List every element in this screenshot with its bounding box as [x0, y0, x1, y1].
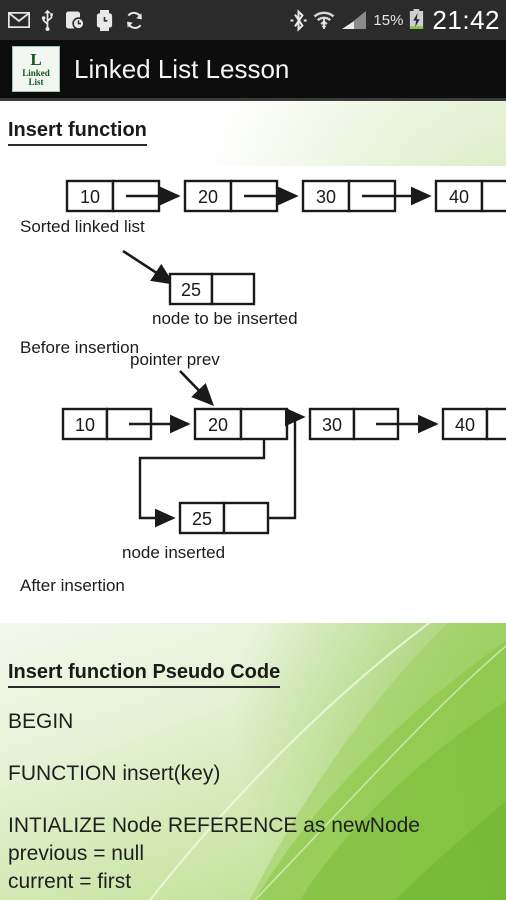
page-title-pseudo-code: Insert function Pseudo Code [8, 661, 281, 688]
status-bar-right-icons: 15% 21:42 [290, 5, 500, 36]
label-after-insertion: After insertion [20, 576, 125, 595]
status-bar-left-icons [7, 9, 290, 31]
label-pointer-prev: pointer prev [130, 350, 220, 369]
battery-percent-label: 15% [373, 11, 404, 29]
app-logo-icon: L Linked List [12, 46, 60, 92]
node-value: 40 [455, 415, 475, 435]
action-bar: L Linked List Linked List Lesson [0, 40, 506, 98]
node-value: 10 [75, 415, 95, 435]
app-logo-line2: List [28, 77, 44, 87]
node-value: 30 [316, 187, 336, 207]
label-node-inserted: node inserted [122, 543, 225, 562]
email-icon [7, 11, 31, 29]
app-screen: 15% 21:42 L Linked List Linked List Less… [0, 0, 506, 900]
wifi-icon [313, 10, 335, 31]
watch-icon [96, 9, 113, 31]
node-value: 20 [208, 415, 228, 435]
node-value: 40 [449, 187, 469, 207]
code-line-initialize: INTIALIZE Node REFERENCE as newNode [8, 814, 420, 837]
app-logo-letter: L [30, 50, 42, 69]
node-value: 30 [322, 415, 342, 435]
sync-icon [124, 10, 145, 31]
node-value: 20 [198, 187, 218, 207]
usb-icon [41, 9, 54, 31]
linked-list-insert-diagram: 10 20 30 40 25 10 20 30 40 25 Sorted lin… [0, 166, 506, 623]
app-title: Linked List Lesson [74, 53, 290, 84]
diagram-svg: 10 20 30 40 25 10 20 30 40 25 Sorted lin… [20, 179, 506, 595]
cell-signal-icon [341, 10, 367, 30]
label-node-to-be-inserted: node to be inserted [152, 309, 298, 328]
new-node-value: 25 [181, 280, 201, 300]
label-before-insertion: Before insertion [20, 338, 139, 357]
status-bar: 15% 21:42 [0, 0, 506, 40]
alarm-clock-icon [65, 10, 85, 30]
battery-charging-icon [409, 9, 424, 31]
status-bar-clock: 21:42 [432, 4, 500, 35]
node-value: 10 [80, 187, 100, 207]
code-line-previous: previous = null [8, 842, 144, 865]
label-sorted-linked-list: Sorted linked list [20, 217, 145, 236]
code-line-function: FUNCTION insert(key) [8, 762, 221, 785]
code-line-current: current = first [8, 870, 132, 893]
inserted-node-value: 25 [192, 509, 212, 529]
code-line-begin: BEGIN [8, 710, 74, 733]
page-title-insert-function: Insert function [8, 119, 147, 146]
bluetooth-icon [290, 8, 307, 32]
lesson-content: Insert function 10 20 30 40 25 10 20 30 … [0, 101, 506, 900]
